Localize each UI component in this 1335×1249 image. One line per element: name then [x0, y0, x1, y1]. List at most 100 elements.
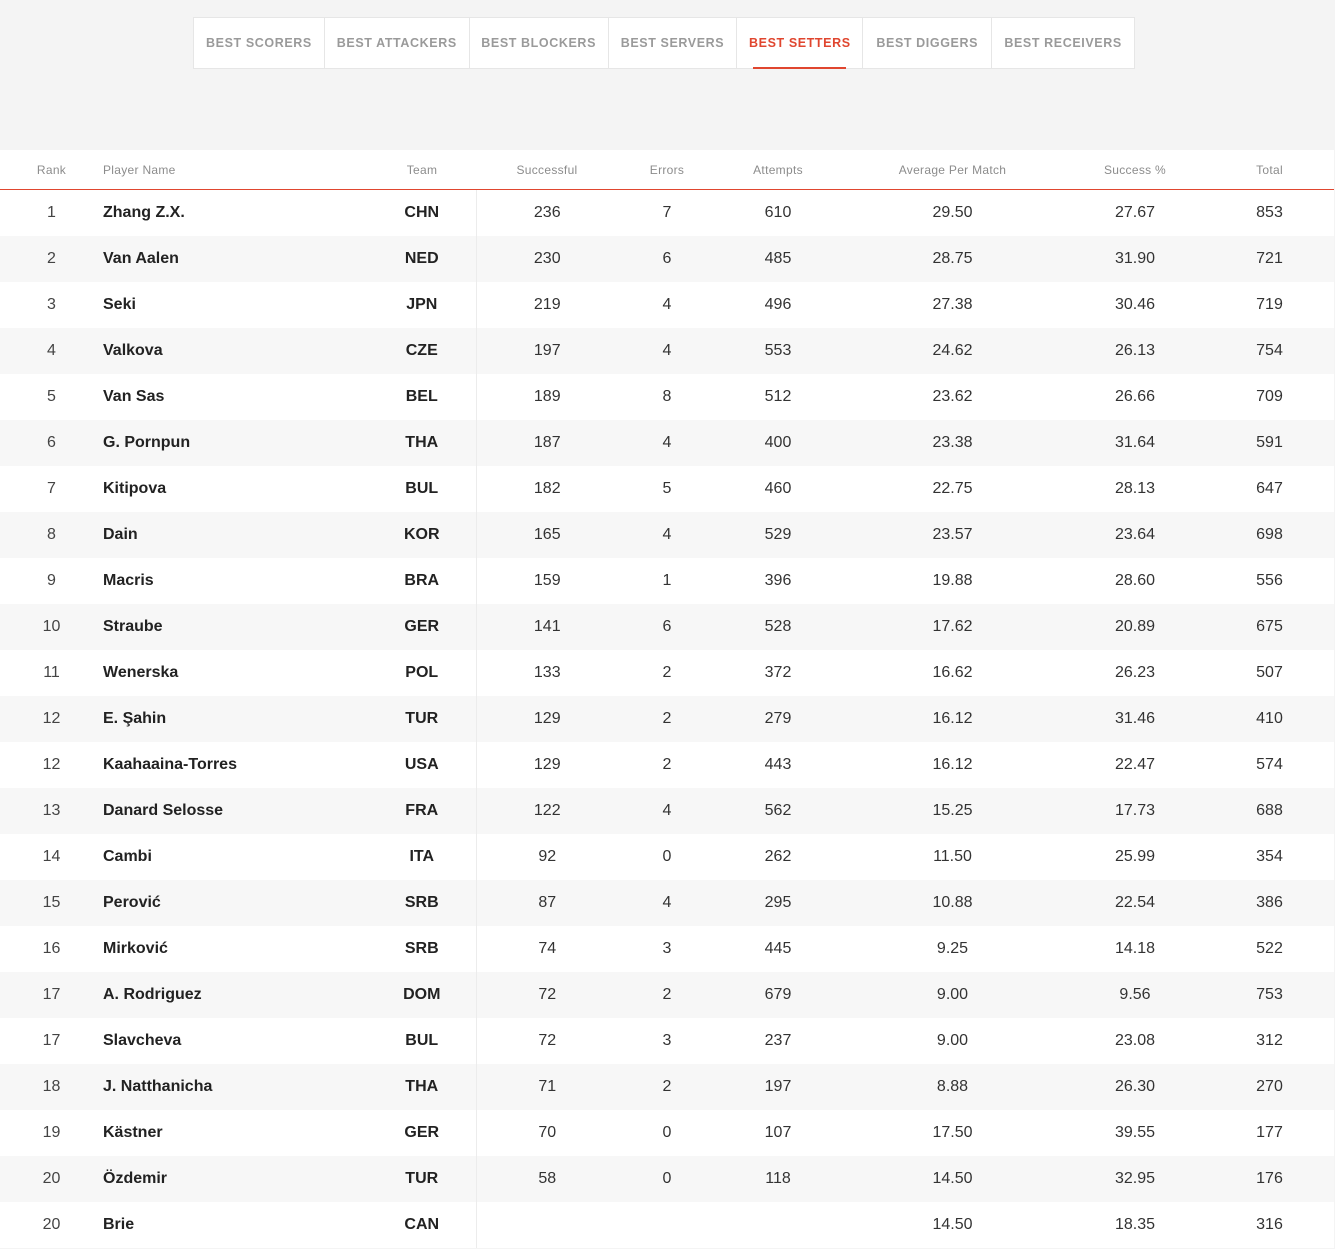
cell-attempts: 237: [716, 1018, 840, 1064]
tab-label: BEST ATTACKERS: [336, 36, 457, 50]
table-row[interactable]: 3 Seki JPN 219 4 496 27.38 30.46 719: [0, 282, 1334, 328]
tab-best-attackers[interactable]: BEST ATTACKERS: [325, 18, 470, 68]
cell-total: 386: [1205, 880, 1334, 926]
cell-successful: 122: [476, 788, 618, 834]
cell-player-name: Kästner: [103, 1110, 368, 1156]
table-row[interactable]: 4 Valkova CZE 197 4 553 24.62 26.13 754: [0, 328, 1334, 374]
cell-success-pct: 22.47: [1065, 742, 1205, 788]
table-row[interactable]: 2 Van Aalen NED 230 6 485 28.75 31.90 721: [0, 236, 1334, 282]
column-header-errors[interactable]: Errors: [618, 150, 716, 190]
cell-average-per-match: 22.75: [840, 466, 1065, 512]
cell-player-name: Zhang Z.X.: [103, 189, 368, 236]
cell-errors: 4: [618, 788, 716, 834]
table-row[interactable]: 11 Wenerska POL 133 2 372 16.62 26.23 507: [0, 650, 1334, 696]
column-header-success-pct[interactable]: Success %: [1065, 150, 1205, 190]
tab-label: BEST BLOCKERS: [481, 36, 597, 50]
cell-rank: 4: [0, 328, 103, 374]
table-row[interactable]: 17 A. Rodriguez DOM 72 2 679 9.00 9.56 753: [0, 972, 1334, 1018]
column-header-total[interactable]: Total: [1205, 150, 1334, 190]
tab-best-setters[interactable]: BEST SETTERS: [737, 18, 864, 69]
cell-success-pct: 26.30: [1065, 1064, 1205, 1110]
column-header-rank[interactable]: Rank: [0, 150, 103, 190]
column-header-attempts[interactable]: Attempts: [716, 150, 840, 190]
cell-total: 354: [1205, 834, 1334, 880]
cell-errors: 4: [618, 282, 716, 328]
cell-attempts: 529: [716, 512, 840, 558]
cell-attempts: 295: [716, 880, 840, 926]
cell-team: CZE: [368, 328, 477, 374]
cell-attempts: 562: [716, 788, 840, 834]
tab-label: BEST DIGGERS: [876, 36, 979, 50]
table-row[interactable]: 12 Kaahaaina-Torres USA 129 2 443 16.12 22.47 57…: [0, 742, 1334, 788]
cell-successful: 129: [476, 742, 618, 788]
cell-player-name: Cambi: [103, 834, 368, 880]
cell-success-pct: 31.46: [1065, 696, 1205, 742]
cell-team: POL: [368, 650, 477, 696]
table-row[interactable]: 6 G. Pornpun THA 187 4 400 23.38 31.64 591: [0, 420, 1334, 466]
cell-rank: 7: [0, 466, 103, 512]
table-row[interactable]: 15 Perović SRB 87 4 295 10.88 22.54 386: [0, 880, 1334, 926]
cell-errors: 6: [618, 236, 716, 282]
tab-label: BEST SETTERS: [749, 36, 851, 50]
tab-label: BEST RECEIVERS: [1004, 36, 1122, 50]
cell-team: GER: [368, 604, 477, 650]
cell-team: THA: [368, 1064, 477, 1110]
cell-success-pct: 23.08: [1065, 1018, 1205, 1064]
table-row[interactable]: 14 Cambi ITA 92 0 262 11.50 25.99 354: [0, 834, 1334, 880]
table-row[interactable]: 17 Slavcheva BUL 72 3 237 9.00 23.08 312: [0, 1018, 1334, 1064]
cell-errors: 1: [618, 558, 716, 604]
tab-best-blockers[interactable]: BEST BLOCKERS: [470, 18, 609, 68]
tab-best-diggers[interactable]: BEST DIGGERS: [863, 18, 993, 68]
cell-player-name: Kitipova: [103, 466, 368, 512]
cell-rank: 16: [0, 926, 103, 972]
table-row[interactable]: 13 Danard Selosse FRA 122 4 562 15.25 17.73 688: [0, 788, 1334, 834]
column-header-average-per-match[interactable]: Average Per Match: [840, 150, 1065, 190]
table-row[interactable]: 1 Zhang Z.X. CHN 236 7 610 29.50 27.67 853: [0, 189, 1334, 236]
cell-successful: 230: [476, 236, 618, 282]
table-row[interactable]: 12 E. Şahin TUR 129 2 279 16.12 31.46 410: [0, 696, 1334, 742]
cell-rank: 11: [0, 650, 103, 696]
cell-player-name: J. Natthanicha: [103, 1064, 368, 1110]
cell-errors: 4: [618, 880, 716, 926]
column-header-successful[interactable]: Successful: [476, 150, 618, 190]
cell-player-name: Mirković: [103, 926, 368, 972]
tab-best-servers[interactable]: BEST SERVERS: [609, 18, 738, 68]
cell-errors: 2: [618, 650, 716, 696]
cell-average-per-match: 10.88: [840, 880, 1065, 926]
setters-table-container: Rank Player Name Team Successful Errors Attem…: [0, 150, 1334, 1248]
table-row[interactable]: 7 Kitipova BUL 182 5 460 22.75 28.13 647: [0, 466, 1334, 512]
cell-attempts: [716, 1202, 840, 1248]
table-row[interactable]: 5 Van Sas BEL 189 8 512 23.62 26.66 709: [0, 374, 1334, 420]
cell-attempts: 496: [716, 282, 840, 328]
cell-team: FRA: [368, 788, 477, 834]
table-row[interactable]: 19 Kästner GER 70 0 107 17.50 39.55 177: [0, 1110, 1334, 1156]
cell-total: 719: [1205, 282, 1334, 328]
cell-successful: 182: [476, 466, 618, 512]
cell-player-name: Van Sas: [103, 374, 368, 420]
cell-success-pct: 32.95: [1065, 1156, 1205, 1202]
cell-successful: 74: [476, 926, 618, 972]
cell-rank: 13: [0, 788, 103, 834]
table-row[interactable]: 9 Macris BRA 159 1 396 19.88 28.60 556: [0, 558, 1334, 604]
cell-average-per-match: 9.25: [840, 926, 1065, 972]
table-row[interactable]: 20 Brie CAN 14.50 18.35 316: [0, 1202, 1334, 1248]
cell-rank: 3: [0, 282, 103, 328]
table-row[interactable]: 8 Dain KOR 165 4 529 23.57 23.64 698: [0, 512, 1334, 558]
tab-best-receivers[interactable]: BEST RECEIVERS: [992, 18, 1134, 68]
cell-successful: 165: [476, 512, 618, 558]
tab-best-scorers[interactable]: BEST SCORERS: [194, 18, 325, 68]
cell-player-name: Perović: [103, 880, 368, 926]
cell-attempts: 197: [716, 1064, 840, 1110]
cell-rank: 8: [0, 512, 103, 558]
column-header-team[interactable]: Team: [368, 150, 476, 190]
column-header-player-name[interactable]: Player Name: [103, 150, 368, 190]
cell-average-per-match: 23.38: [840, 420, 1065, 466]
cell-attempts: 279: [716, 696, 840, 742]
cell-total: 312: [1205, 1018, 1334, 1064]
cell-average-per-match: 14.50: [840, 1202, 1065, 1248]
table-row[interactable]: 20 Özdemir TUR 58 0 118 14.50 32.95 176: [0, 1156, 1334, 1202]
table-row[interactable]: 18 J. Natthanicha THA 71 2 197 8.88 26.30 270: [0, 1064, 1334, 1110]
cell-player-name: Wenerska: [103, 650, 368, 696]
table-row[interactable]: 16 Mirković SRB 74 3 445 9.25 14.18 522: [0, 926, 1334, 972]
table-row[interactable]: 10 Straube GER 141 6 528 17.62 20.89 675: [0, 604, 1334, 650]
